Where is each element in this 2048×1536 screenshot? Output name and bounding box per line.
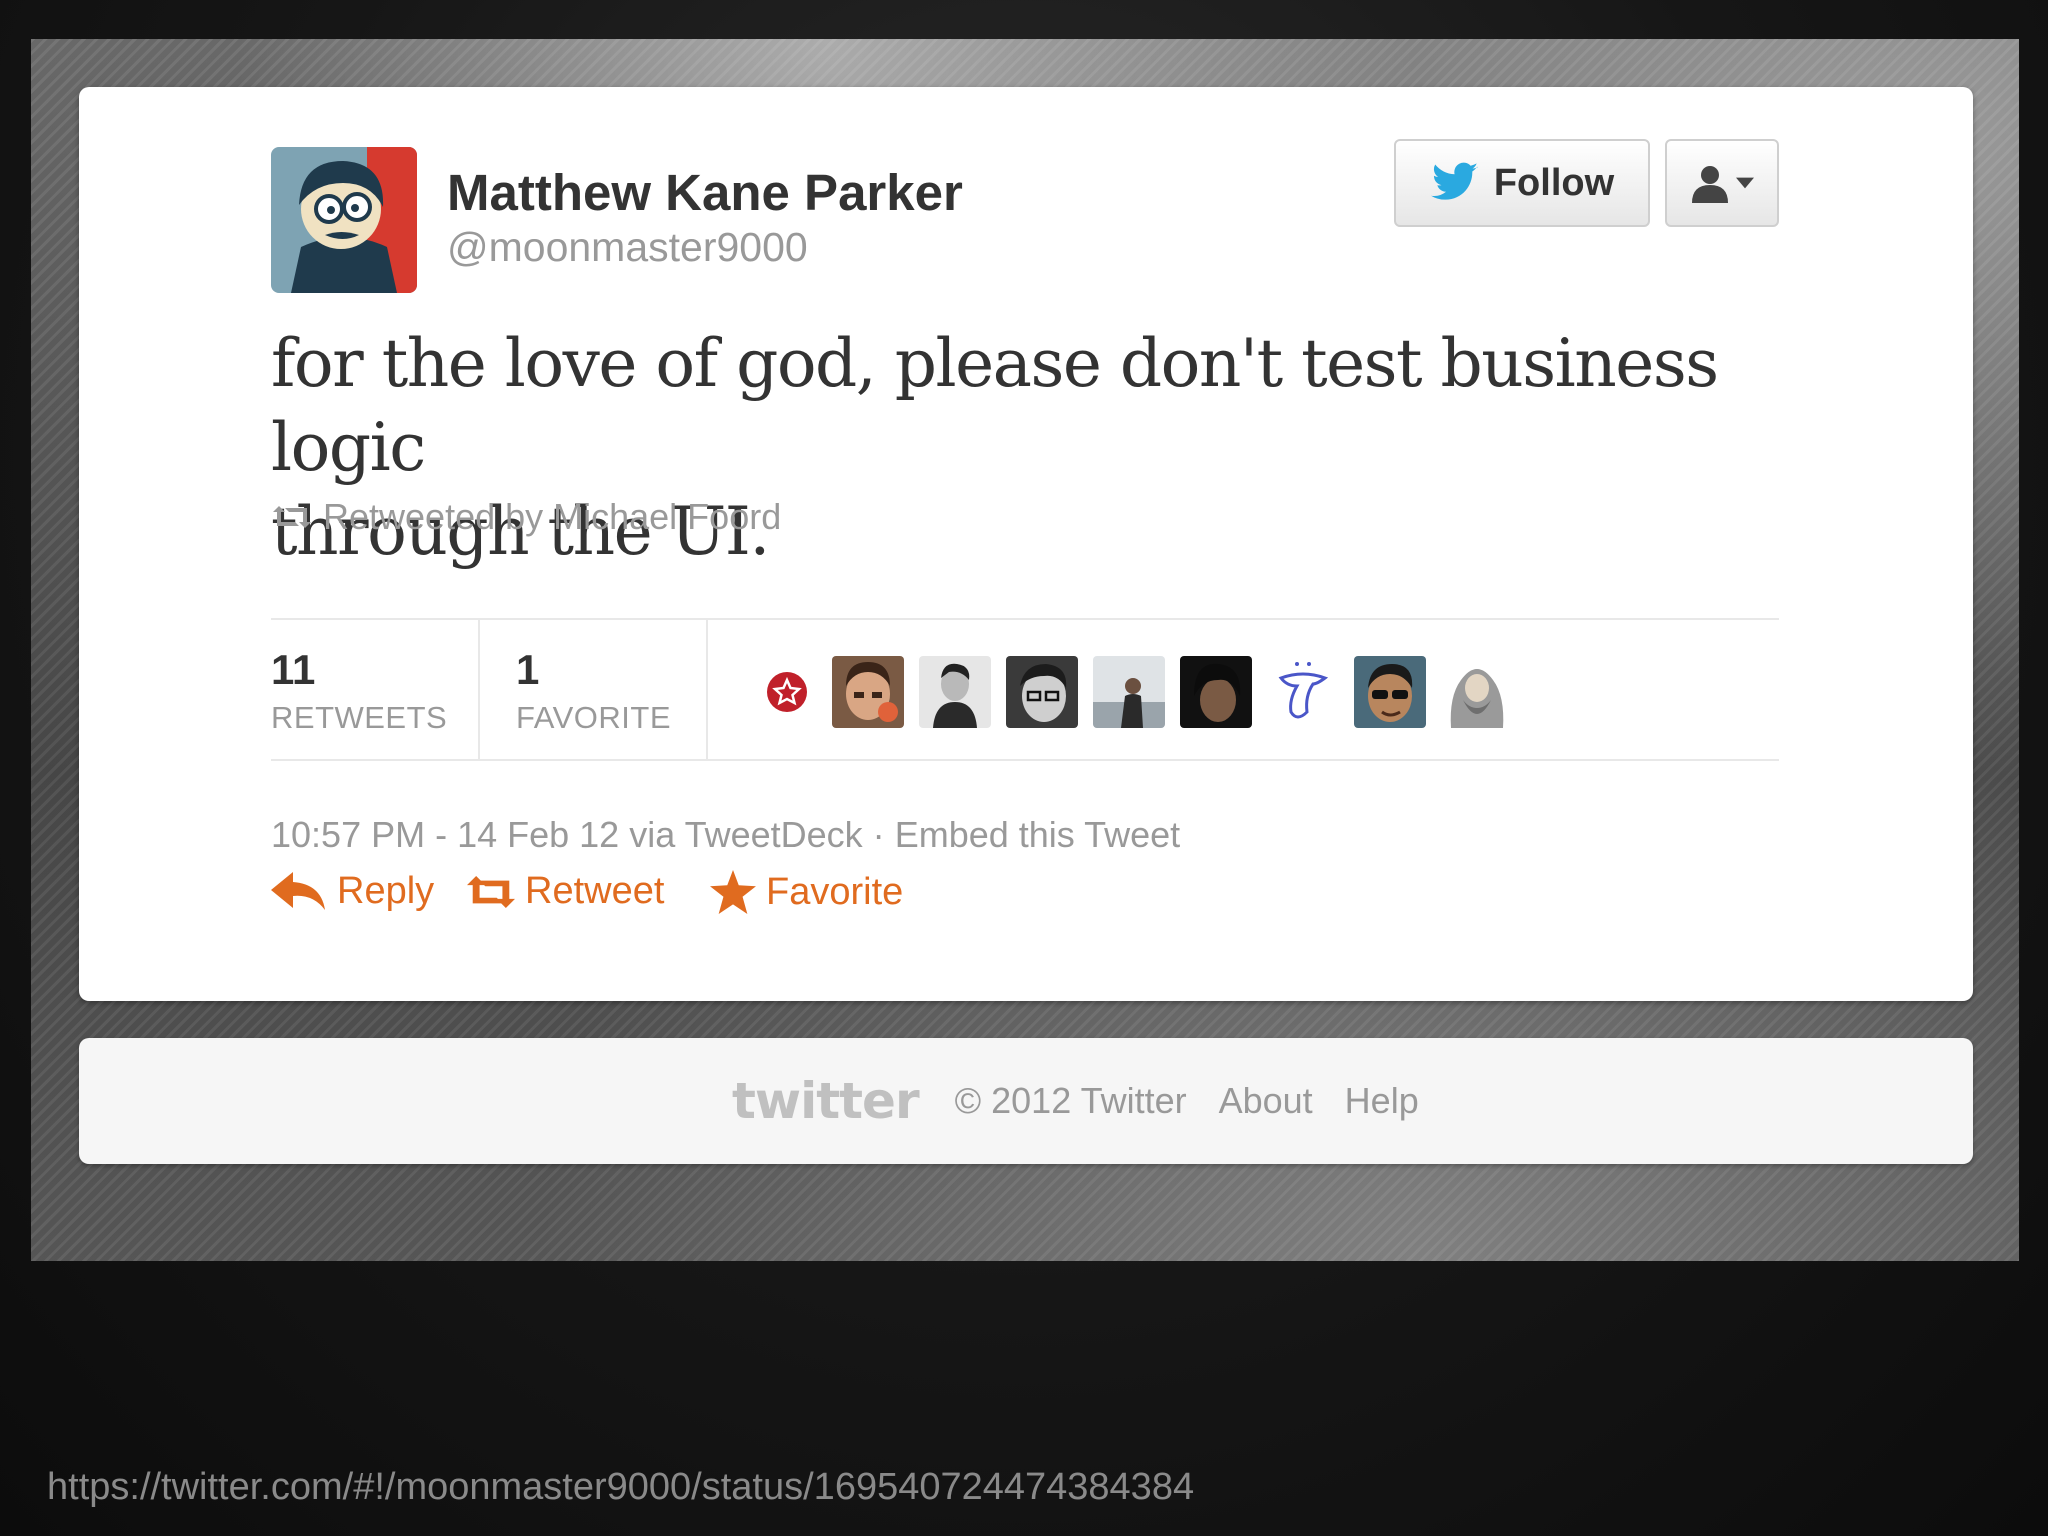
retweet-button[interactable]: Retweet xyxy=(467,870,664,913)
retweeter-avatar[interactable] xyxy=(1354,656,1426,728)
twitter-footer: twitter © 2012 Twitter About Help xyxy=(79,1038,1973,1164)
retweet-icon xyxy=(467,875,515,908)
favorites-label: FAVORITE xyxy=(516,700,672,735)
follow-button[interactable]: Follow xyxy=(1394,139,1650,227)
favorite-label: Favorite xyxy=(766,870,904,913)
footer-content: twitter © 2012 Twitter About Help xyxy=(732,1071,1419,1131)
embed-tweet-link[interactable]: Embed this Tweet xyxy=(895,814,1181,855)
footer-help-link[interactable]: Help xyxy=(1345,1080,1419,1122)
tweet-stats: 11 RETWEETS 1 FAVORITE xyxy=(271,618,1779,761)
author-name[interactable]: Matthew Kane Parker xyxy=(447,163,963,222)
stats-divider xyxy=(478,620,480,759)
retweeter-avatar[interactable] xyxy=(1441,656,1513,728)
footer-about-link[interactable]: About xyxy=(1219,1080,1313,1122)
retweeter-avatar[interactable] xyxy=(919,656,991,728)
favorite-button[interactable]: Favorite xyxy=(710,870,903,914)
favorites-count: 1 xyxy=(516,646,540,693)
badge-icon[interactable] xyxy=(757,656,817,728)
tweet-timestamp[interactable]: 10:57 PM - 14 Feb 12 via TweetDeck xyxy=(271,814,863,855)
retweeter-avatar[interactable] xyxy=(1006,656,1078,728)
star-icon xyxy=(710,870,756,914)
tweet-meta: 10:57 PM - 14 Feb 12 via TweetDeck · Emb… xyxy=(271,814,1180,856)
caret-down-icon xyxy=(1736,177,1754,189)
retweeter-avatar[interactable] xyxy=(832,656,904,728)
retweet-small-icon xyxy=(273,506,311,528)
retweeted-by: Retweeted by Michael Foord xyxy=(271,496,781,538)
avatar-image xyxy=(271,147,417,293)
author-handle[interactable]: @moonmaster9000 xyxy=(447,224,808,271)
follow-label: Follow xyxy=(1493,161,1615,204)
reply-button[interactable]: Reply xyxy=(271,870,434,913)
retweets-count: 11 xyxy=(271,646,316,693)
sketch-icon[interactable] xyxy=(1267,656,1339,728)
reply-label: Reply xyxy=(337,870,435,912)
slide-url: https://twitter.com/#!/moonmaster9000/st… xyxy=(47,1466,1195,1508)
twitter-bird-icon xyxy=(1430,162,1478,200)
twitter-logo[interactable]: twitter xyxy=(732,1072,920,1130)
retweeted-by-text[interactable]: Retweeted by Michael Foord xyxy=(323,496,781,538)
stats-divider xyxy=(706,620,708,759)
author-avatar[interactable] xyxy=(271,147,417,293)
retweeter-avatar[interactable] xyxy=(1180,656,1252,728)
retweets-stat[interactable]: 11 RETWEETS xyxy=(271,620,478,759)
retweets-label: RETWEETS xyxy=(271,700,448,735)
favorites-stat[interactable]: 1 FAVORITE xyxy=(516,620,696,759)
retweet-label: Retweet xyxy=(525,870,665,912)
retweeter-avatar[interactable] xyxy=(1093,656,1165,728)
meta-separator: · xyxy=(872,814,885,855)
tweet-text-line-1: for the love of god, please don't test b… xyxy=(271,325,1719,486)
reply-icon xyxy=(271,871,325,910)
person-icon xyxy=(1692,166,1728,203)
user-actions-button[interactable] xyxy=(1665,139,1779,227)
footer-copyright: © 2012 Twitter xyxy=(954,1080,1187,1121)
